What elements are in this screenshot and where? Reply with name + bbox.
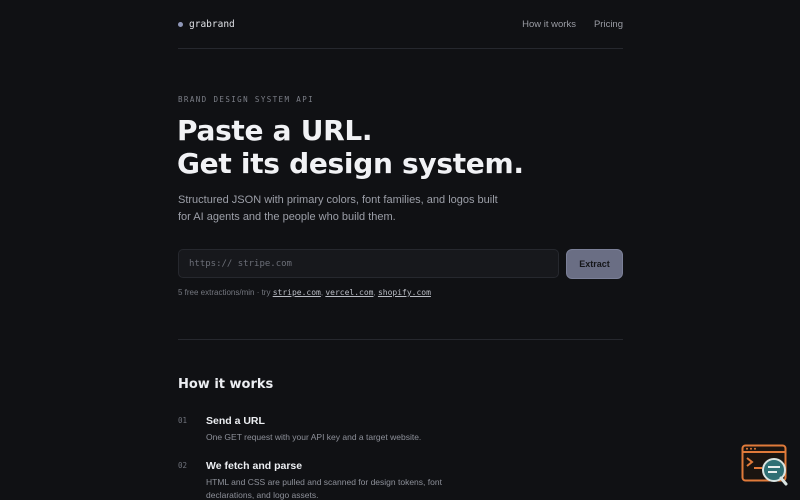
- step-title: Send a URL: [206, 415, 265, 427]
- example-link-shopify[interactable]: shopify.com: [378, 288, 431, 297]
- step-number: 02: [178, 461, 188, 470]
- url-input[interactable]: [178, 249, 559, 278]
- nav-link-pricing[interactable]: Pricing: [594, 19, 623, 30]
- step-number: 01: [178, 416, 188, 425]
- terminal-search-icon[interactable]: [741, 444, 789, 486]
- brand-logo[interactable]: grabrand: [178, 19, 235, 30]
- section-divider: [178, 339, 623, 340]
- hero-title-line-2: Get its design system.: [177, 147, 524, 180]
- step-item: 01 Send a URL One GET request with your …: [178, 415, 623, 445]
- top-nav: How it works Pricing: [522, 19, 623, 30]
- brand-name: grabrand: [189, 18, 235, 30]
- step-description: HTML and CSS are pulled and scanned for …: [206, 477, 442, 500]
- header-divider: [178, 48, 623, 49]
- hero-title-line-1: Paste a URL.: [177, 114, 373, 147]
- page: grabrand How it works Pricing BRAND DESI…: [0, 0, 800, 500]
- step-title: We fetch and parse: [206, 460, 303, 472]
- how-it-works-title: How it works: [178, 377, 274, 392]
- rate-limit-hint: 5 free extractions/min · try stripe.com,…: [178, 288, 431, 297]
- hint-prefix: 5 free extractions/min · try: [178, 288, 273, 297]
- step-description: One GET request with your API key and a …: [206, 432, 422, 442]
- terminal-search-icon-graphic: [741, 444, 788, 486]
- nav-link-how-it-works[interactable]: How it works: [522, 19, 576, 30]
- hero-title: Paste a URL. Get its design system.: [177, 114, 607, 180]
- hero-eyebrow: BRAND DESIGN SYSTEM API: [178, 95, 315, 104]
- extract-button[interactable]: Extract: [566, 249, 623, 279]
- hero-subtitle: Structured JSON with primary colors, fon…: [178, 194, 498, 223]
- example-link-stripe[interactable]: stripe.com: [273, 288, 321, 297]
- step-item: 02 We fetch and parse HTML and CSS are p…: [178, 460, 623, 500]
- brand-dot-icon: [178, 21, 183, 27]
- site-header: grabrand How it works Pricing: [178, 14, 623, 34]
- example-link-vercel[interactable]: vercel.com: [325, 288, 373, 297]
